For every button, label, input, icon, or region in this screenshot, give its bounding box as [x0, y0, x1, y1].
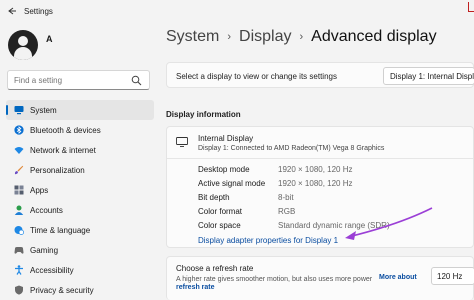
avatar — [8, 30, 38, 60]
display-connection: Display 1: Connected to AMD Radeon(TM) V… — [198, 145, 385, 152]
user-name: A — [46, 34, 53, 44]
chevron-right-icon: › — [299, 31, 304, 43]
search-input[interactable] — [14, 75, 130, 85]
spec-label: Bit depth — [198, 193, 230, 202]
globe-clock-icon — [14, 226, 24, 235]
bluetooth-icon — [14, 125, 24, 135]
refresh-rate-title: Choose a refresh rate — [176, 264, 254, 273]
sidebar-item-gaming[interactable]: Gaming — [6, 240, 154, 260]
brush-icon — [14, 165, 24, 175]
select-display-label: Select a display to view or change its s… — [176, 72, 337, 81]
spec-label: Color format — [198, 207, 243, 216]
user-profile[interactable]: A — [8, 30, 53, 60]
search-box[interactable] — [7, 70, 150, 90]
monitor-icon — [176, 137, 188, 147]
sidebar-item-apps[interactable]: Apps — [6, 180, 154, 200]
divider — [167, 158, 473, 159]
sidebar-item-privacy-security[interactable]: Privacy & security — [6, 280, 154, 300]
window-title: Settings — [24, 6, 53, 16]
sidebar-item-label: Privacy & security — [30, 285, 94, 295]
chevron-right-icon: › — [227, 31, 232, 43]
search-icon[interactable] — [131, 75, 142, 86]
sidebar-item-label: Apps — [30, 185, 49, 195]
spec-label: Active signal mode — [198, 179, 266, 188]
wifi-icon — [14, 147, 24, 154]
sidebar-item-accessibility[interactable]: Accessibility — [6, 260, 154, 280]
sidebar-item-label: Accounts — [30, 205, 63, 215]
breadcrumb-display[interactable]: Display — [239, 28, 291, 46]
refresh-rate-dropdown[interactable]: 120 Hz — [431, 267, 474, 285]
system-icon — [14, 106, 24, 115]
refresh-rate-description: A higher rate gives smoother motion, but… — [176, 276, 373, 283]
spec-value: RGB — [278, 207, 296, 216]
display-adapter-properties-link[interactable]: Display adapter properties for Display 1 — [198, 236, 338, 245]
display-dropdown[interactable]: Display 1: Internal Display — [383, 67, 474, 85]
section-title-display-information: Display information — [166, 110, 241, 119]
breadcrumb-system[interactable]: System — [166, 28, 219, 46]
sidebar-item-network[interactable]: Network & internet — [6, 140, 154, 160]
person-icon — [14, 205, 24, 215]
sidebar-item-label: Gaming — [30, 245, 59, 255]
spec-label: Desktop mode — [198, 165, 250, 174]
spec-row-color-format: Color format RGB — [198, 207, 295, 216]
window-edge — [468, 2, 474, 12]
page-title: Advanced display — [311, 28, 437, 45]
display-name: Internal Display — [198, 134, 254, 143]
sidebar-item-accounts[interactable]: Accounts — [6, 200, 154, 220]
refresh-rate-card: Choose a refresh rate A higher rate give… — [166, 256, 474, 300]
apps-icon — [14, 185, 24, 195]
title-bar: Settings — [0, 0, 474, 22]
accessibility-icon — [15, 265, 23, 275]
sidebar: A System Bluetooth & devices — [0, 22, 160, 300]
spec-value: 1920 × 1080, 120 Hz — [278, 179, 353, 188]
sidebar-item-system[interactable]: System — [6, 100, 154, 120]
spec-row-desktop-mode: Desktop mode 1920 × 1080, 120 Hz — [198, 165, 353, 174]
spec-value: Standard dynamic range (SDR) — [278, 221, 390, 230]
sidebar-item-label: System — [30, 105, 57, 115]
sidebar-item-label: Time & language — [30, 225, 91, 235]
spec-row-active-signal-mode: Active signal mode 1920 × 1080, 120 Hz — [198, 179, 353, 188]
shield-icon — [15, 285, 23, 295]
sidebar-nav: System Bluetooth & devices Network & int… — [0, 100, 160, 300]
sidebar-item-label: Network & internet — [30, 145, 96, 155]
back-arrow-icon[interactable] — [7, 6, 17, 16]
display-info-card: Internal Display Display 1: Connected to… — [166, 126, 474, 248]
sidebar-item-label: Bluetooth & devices — [30, 125, 101, 135]
spec-value: 1920 × 1080, 120 Hz — [278, 165, 353, 174]
spec-row-color-space: Color space Standard dynamic range (SDR) — [198, 221, 390, 230]
sidebar-item-time-language[interactable]: Time & language — [6, 220, 154, 240]
breadcrumb: System › Display › Advanced display — [166, 28, 437, 46]
spec-value: 8-bit — [278, 193, 294, 202]
sidebar-item-personalization[interactable]: Personalization — [6, 160, 154, 180]
controller-icon — [14, 247, 24, 254]
more-about-link[interactable]: More about — [379, 274, 417, 281]
sidebar-item-label: Personalization — [30, 165, 85, 175]
spec-row-bit-depth: Bit depth 8-bit — [198, 193, 294, 202]
sidebar-item-label: Accessibility — [30, 265, 74, 275]
sidebar-item-bluetooth[interactable]: Bluetooth & devices — [6, 120, 154, 140]
refresh-rate-link[interactable]: refresh rate — [176, 284, 215, 291]
spec-label: Color space — [198, 221, 241, 230]
select-display-card: Select a display to view or change its s… — [166, 62, 474, 88]
